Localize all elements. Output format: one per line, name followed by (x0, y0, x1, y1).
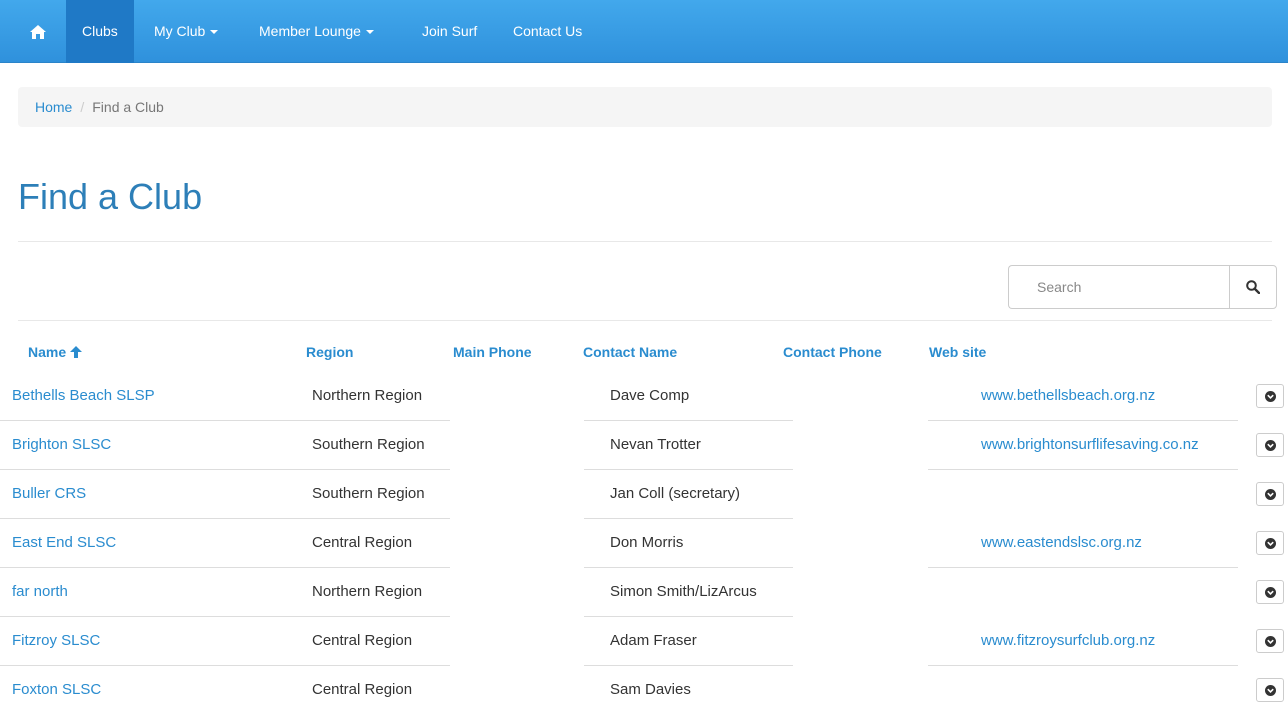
club-contact-name: Dave Comp (610, 387, 690, 404)
club-contact-name: Don Morris (610, 534, 684, 551)
row-expand-button[interactable] (1256, 384, 1284, 408)
club-region: Southern Region (312, 436, 425, 453)
table-row: East End SLSC Central Region Don Morris www… (0, 519, 1288, 568)
club-contact-name: Jan Coll (secretary) (610, 485, 741, 502)
club-region: Northern Region (312, 583, 423, 600)
club-contact-name: Simon Smith/LizArcus (610, 583, 757, 600)
club-contact-name: Sam Davies (610, 681, 691, 698)
club-website-link[interactable]: www.brightonsurflifesaving.co.nz (981, 421, 1199, 469)
page-title: Find a Club (18, 176, 203, 217)
club-name-link[interactable]: Brighton SLSC (12, 421, 111, 469)
chevron-circle-down-icon (1265, 538, 1276, 549)
table-row: Fitzroy SLSC Central Region Adam Fraser www… (0, 617, 1288, 666)
caret-down-icon (210, 30, 219, 35)
club-region: Northern Region (312, 387, 423, 404)
top-navbar: Clubs My Club Member Lounge Join Surf Co… (0, 0, 1288, 63)
column-header-region[interactable]: Region (306, 344, 353, 360)
chevron-circle-down-icon (1265, 587, 1276, 598)
chevron-circle-down-icon (1265, 489, 1276, 500)
row-expand-button[interactable] (1256, 531, 1284, 555)
club-name-link[interactable]: Bethells Beach SLSP (12, 372, 155, 420)
column-header-contact-phone[interactable]: Contact Phone (783, 344, 882, 360)
column-header-contact-name[interactable]: Contact Name (583, 344, 677, 360)
club-website-link[interactable]: www.eastendslsc.org.nz (981, 519, 1142, 567)
breadcrumb-home[interactable]: Home (35, 99, 72, 115)
table-row: Bethells Beach SLSP Northern Region Dave C… (0, 372, 1288, 421)
club-region: Central Region (312, 534, 413, 551)
table-row: Foxton SLSC Central Region Sam Davies (0, 666, 1288, 707)
nav-contact-us[interactable]: Contact Us (513, 0, 582, 63)
breadcrumb-current: Find a Club (92, 99, 164, 115)
nav-clubs[interactable]: Clubs (66, 0, 134, 63)
club-region: Central Region (312, 632, 413, 649)
club-region: Southern Region (312, 485, 425, 502)
row-expand-button[interactable] (1256, 678, 1284, 702)
column-header-website[interactable]: Web site (929, 344, 986, 360)
home-icon[interactable] (26, 0, 56, 63)
chevron-circle-down-icon (1265, 391, 1276, 402)
row-expand-button[interactable] (1256, 433, 1284, 457)
search-icon (1246, 280, 1260, 294)
arrow-up-icon (70, 345, 83, 361)
club-contact-name: Adam Fraser (610, 632, 697, 649)
caret-down-icon (365, 30, 374, 35)
club-name-link[interactable]: East End SLSC (12, 519, 116, 567)
column-header-name[interactable]: Name (28, 344, 83, 361)
row-expand-button[interactable] (1256, 580, 1284, 604)
club-website-link[interactable]: www.fitzroysurfclub.org.nz (981, 617, 1155, 665)
nav-my-club[interactable]: My Club (154, 0, 219, 63)
breadcrumb-separator: / (80, 99, 85, 115)
table-row: far north Northern Region Simon Smith/LizA… (0, 568, 1288, 617)
search-button[interactable] (1229, 265, 1277, 309)
search-input[interactable] (1008, 265, 1230, 309)
row-expand-button[interactable] (1256, 629, 1284, 653)
nav-join-surf[interactable]: Join Surf (422, 0, 477, 63)
title-divider (18, 241, 1272, 242)
chevron-circle-down-icon (1265, 636, 1276, 647)
nav-member-lounge[interactable]: Member Lounge (259, 0, 374, 63)
search-divider (18, 320, 1272, 321)
column-header-main-phone[interactable]: Main Phone (453, 344, 532, 360)
club-name-link[interactable]: Buller CRS (12, 470, 86, 518)
club-contact-name: Nevan Trotter (610, 436, 701, 453)
club-name-link[interactable]: far north (12, 568, 68, 616)
club-region: Central Region (312, 681, 413, 698)
row-expand-button[interactable] (1256, 482, 1284, 506)
club-website-link[interactable]: www.bethellsbeach.org.nz (981, 372, 1155, 420)
chevron-circle-down-icon (1265, 685, 1276, 696)
club-name-link[interactable]: Fitzroy SLSC (12, 617, 100, 665)
chevron-circle-down-icon (1265, 440, 1276, 451)
club-name-link[interactable]: Foxton SLSC (12, 666, 101, 707)
table-row: Brighton SLSC Southern Region Nevan Trotte… (0, 421, 1288, 470)
breadcrumb: Home / Find a Club (18, 87, 1272, 127)
table-row: Buller CRS Southern Region Jan Coll (secre… (0, 470, 1288, 519)
